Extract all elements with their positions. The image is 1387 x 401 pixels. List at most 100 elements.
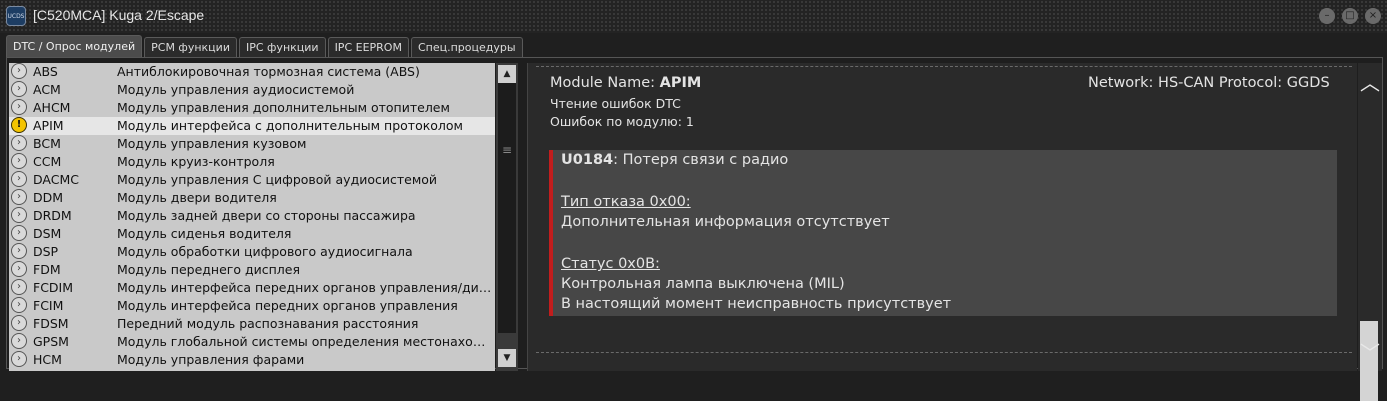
maximize-button[interactable]: □ bbox=[1342, 8, 1358, 24]
list-item[interactable]: › HCM Модуль управления фарами bbox=[9, 351, 495, 369]
module-name-label: Module Name: bbox=[550, 75, 655, 91]
tab-dtc[interactable]: DTC / Опрос модулей bbox=[6, 35, 143, 57]
module-description: Антиблокировочная тормозная система (ABS… bbox=[117, 64, 420, 79]
app-logo-icon: UCDS bbox=[6, 6, 26, 26]
list-item[interactable]: › DSP Модуль обработки цифрового аудиосигн… bbox=[9, 243, 495, 261]
network-info: Network: HS-CAN Protocol: GGDS bbox=[1088, 75, 1330, 91]
window-title: [C520MCA] Kuga 2/Escape bbox=[33, 7, 205, 23]
module-code: DSM bbox=[33, 226, 62, 241]
chevron-right-icon: › bbox=[11, 261, 27, 277]
module-description: Модуль управления С цифровой аудиосистем… bbox=[117, 172, 438, 187]
tab-bar: DTC / Опрос модулей PCM функции IPC функ… bbox=[6, 35, 523, 57]
module-code: DACMC bbox=[33, 172, 79, 187]
module-code: DSP bbox=[33, 244, 59, 259]
chevron-right-icon: › bbox=[11, 81, 27, 97]
list-item[interactable]: › BCM Модуль управления кузовом bbox=[9, 135, 495, 153]
module-description: Модуль интерфейса с дополнительным прото… bbox=[117, 118, 463, 133]
list-item[interactable]: ! APIM Модуль интерфейса с дополнительным … bbox=[9, 117, 495, 135]
module-code: GPSM bbox=[33, 334, 69, 349]
chevron-right-icon: › bbox=[11, 243, 27, 259]
divider bbox=[536, 352, 1352, 354]
module-code: APIM bbox=[33, 118, 64, 133]
module-description: Модуль сиденья водителя bbox=[117, 226, 292, 241]
close-button[interactable]: × bbox=[1365, 8, 1381, 24]
chevron-right-icon: › bbox=[11, 351, 27, 367]
dtc-title: U0184: Потеря связи с радио bbox=[561, 152, 788, 168]
module-code: FDM bbox=[33, 262, 61, 277]
chevron-right-icon: › bbox=[11, 297, 27, 313]
module-description: Модуль интерфейса передних органов управ… bbox=[117, 298, 458, 313]
tab-pcm[interactable]: PCM функции bbox=[144, 37, 237, 57]
tab-ipc-eeprom[interactable]: IPC EEPROM bbox=[327, 37, 409, 57]
chevron-up-icon[interactable]: ︿ bbox=[1360, 73, 1380, 93]
status-line-1: Контрольная лампа выключена (MIL) bbox=[561, 276, 845, 292]
scroll-down-arrow-icon[interactable]: ▼ bbox=[498, 349, 516, 367]
dtc-entry: U0184: Потеря связи с радио Тип отказа 0… bbox=[549, 150, 1337, 316]
list-item[interactable]: › GPSM Модуль глобальной системы определен… bbox=[9, 333, 495, 351]
module-description: Модуль обработки цифрового аудиосигнала bbox=[117, 244, 413, 259]
module-description: Модуль управления фарами bbox=[117, 352, 305, 367]
reading-status: Чтение ошибок DTC bbox=[550, 96, 681, 111]
module-code: FCIM bbox=[33, 298, 64, 313]
module-description: Модуль круиз-контроля bbox=[117, 154, 275, 169]
module-code: HCM bbox=[33, 352, 62, 367]
module-description: Модуль переднего дисплея bbox=[117, 262, 300, 277]
chevron-right-icon: › bbox=[11, 63, 27, 79]
module-description: Модуль глобальной системы определения ме… bbox=[117, 334, 495, 349]
list-item[interactable]: › FCDIM Модуль интерфейса передних органов… bbox=[9, 279, 495, 297]
scroll-thumb[interactable]: ≡ bbox=[498, 83, 516, 333]
list-item[interactable]: › DACMC Модуль управления С цифровой аудио… bbox=[9, 171, 495, 189]
module-code: DDM bbox=[33, 190, 64, 205]
module-code: DRDM bbox=[33, 208, 72, 223]
chevron-right-icon: › bbox=[11, 171, 27, 187]
module-code: AHCM bbox=[33, 100, 71, 115]
chevron-right-icon: › bbox=[11, 225, 27, 241]
module-description: Передний модуль распознавания расстояния bbox=[117, 316, 419, 331]
list-item[interactable]: › ABS Антиблокировочная тормозная система … bbox=[9, 63, 495, 81]
chevron-right-icon: › bbox=[11, 189, 27, 205]
module-list-scrollbar[interactable]: ▲ ≡ ▼ bbox=[496, 63, 518, 371]
dtc-code: U0184 bbox=[561, 152, 614, 168]
chevron-right-icon: › bbox=[11, 135, 27, 151]
detail-scrollbar[interactable]: ︿ ﹀ bbox=[1358, 63, 1382, 401]
warning-icon: ! bbox=[11, 117, 27, 133]
title-bar: UCDS [C520MCA] Kuga 2/Escape – □ × bbox=[0, 0, 1387, 33]
divider bbox=[536, 66, 1352, 68]
dtc-description: : Потеря связи с радио bbox=[613, 152, 789, 168]
list-item[interactable]: › FDM Модуль переднего дисплея bbox=[9, 261, 495, 279]
module-description: Модуль двери водителя bbox=[117, 190, 277, 205]
list-item[interactable]: › DSM Модуль сиденья водителя bbox=[9, 225, 495, 243]
list-item[interactable]: › ACM Модуль управления аудиосистемой bbox=[9, 81, 495, 99]
chevron-down-icon[interactable]: ﹀ bbox=[1360, 343, 1380, 363]
chevron-right-icon: › bbox=[11, 153, 27, 169]
module-description: Модуль управления дополнительным отопите… bbox=[117, 100, 450, 115]
list-item[interactable]: › FCIM Модуль интерфейса передних органов … bbox=[9, 297, 495, 315]
list-item[interactable]: › AHCM Модуль управления дополнительным от… bbox=[9, 99, 495, 117]
list-item[interactable]: › DDM Модуль двери водителя bbox=[9, 189, 495, 207]
module-code: FCDIM bbox=[33, 280, 74, 295]
list-item[interactable]: › CCM Модуль круиз-контроля bbox=[9, 153, 495, 171]
module-code: BCM bbox=[33, 136, 61, 151]
chevron-right-icon: › bbox=[11, 279, 27, 295]
tab-special-procedures[interactable]: Спец.процедуры bbox=[410, 37, 523, 57]
status-line-2: В настоящий момент неисправность присутс… bbox=[561, 296, 952, 312]
module-name-value: APIM bbox=[659, 75, 702, 91]
tab-ipc[interactable]: IPC функции bbox=[238, 37, 326, 57]
scroll-up-arrow-icon[interactable]: ▲ bbox=[498, 65, 516, 83]
module-list[interactable]: › ABS Антиблокировочная тормозная система … bbox=[9, 63, 495, 371]
module-code: FDSM bbox=[33, 316, 69, 331]
fault-type-text: Дополнительная информация отсутствует bbox=[561, 214, 890, 230]
minimize-button[interactable]: – bbox=[1319, 8, 1335, 24]
module-description: Модуль интерфейса передних органов управ… bbox=[117, 280, 495, 295]
module-name-line: Module Name: APIM bbox=[550, 75, 701, 91]
list-item[interactable]: › DRDM Модуль задней двери со стороны пасс… bbox=[9, 207, 495, 225]
chevron-right-icon: › bbox=[11, 99, 27, 115]
list-item[interactable]: › FDSM Передний модуль распознавания расст… bbox=[9, 315, 495, 333]
module-description: Модуль управления кузовом bbox=[117, 136, 307, 151]
module-code: ACM bbox=[33, 82, 61, 97]
module-code: CCM bbox=[33, 154, 62, 169]
chevron-right-icon: › bbox=[11, 207, 27, 223]
chevron-right-icon: › bbox=[11, 315, 27, 331]
fault-type-label: Тип отказа 0x00: bbox=[561, 194, 691, 210]
module-description: Модуль задней двери со стороны пассажира bbox=[117, 208, 416, 223]
